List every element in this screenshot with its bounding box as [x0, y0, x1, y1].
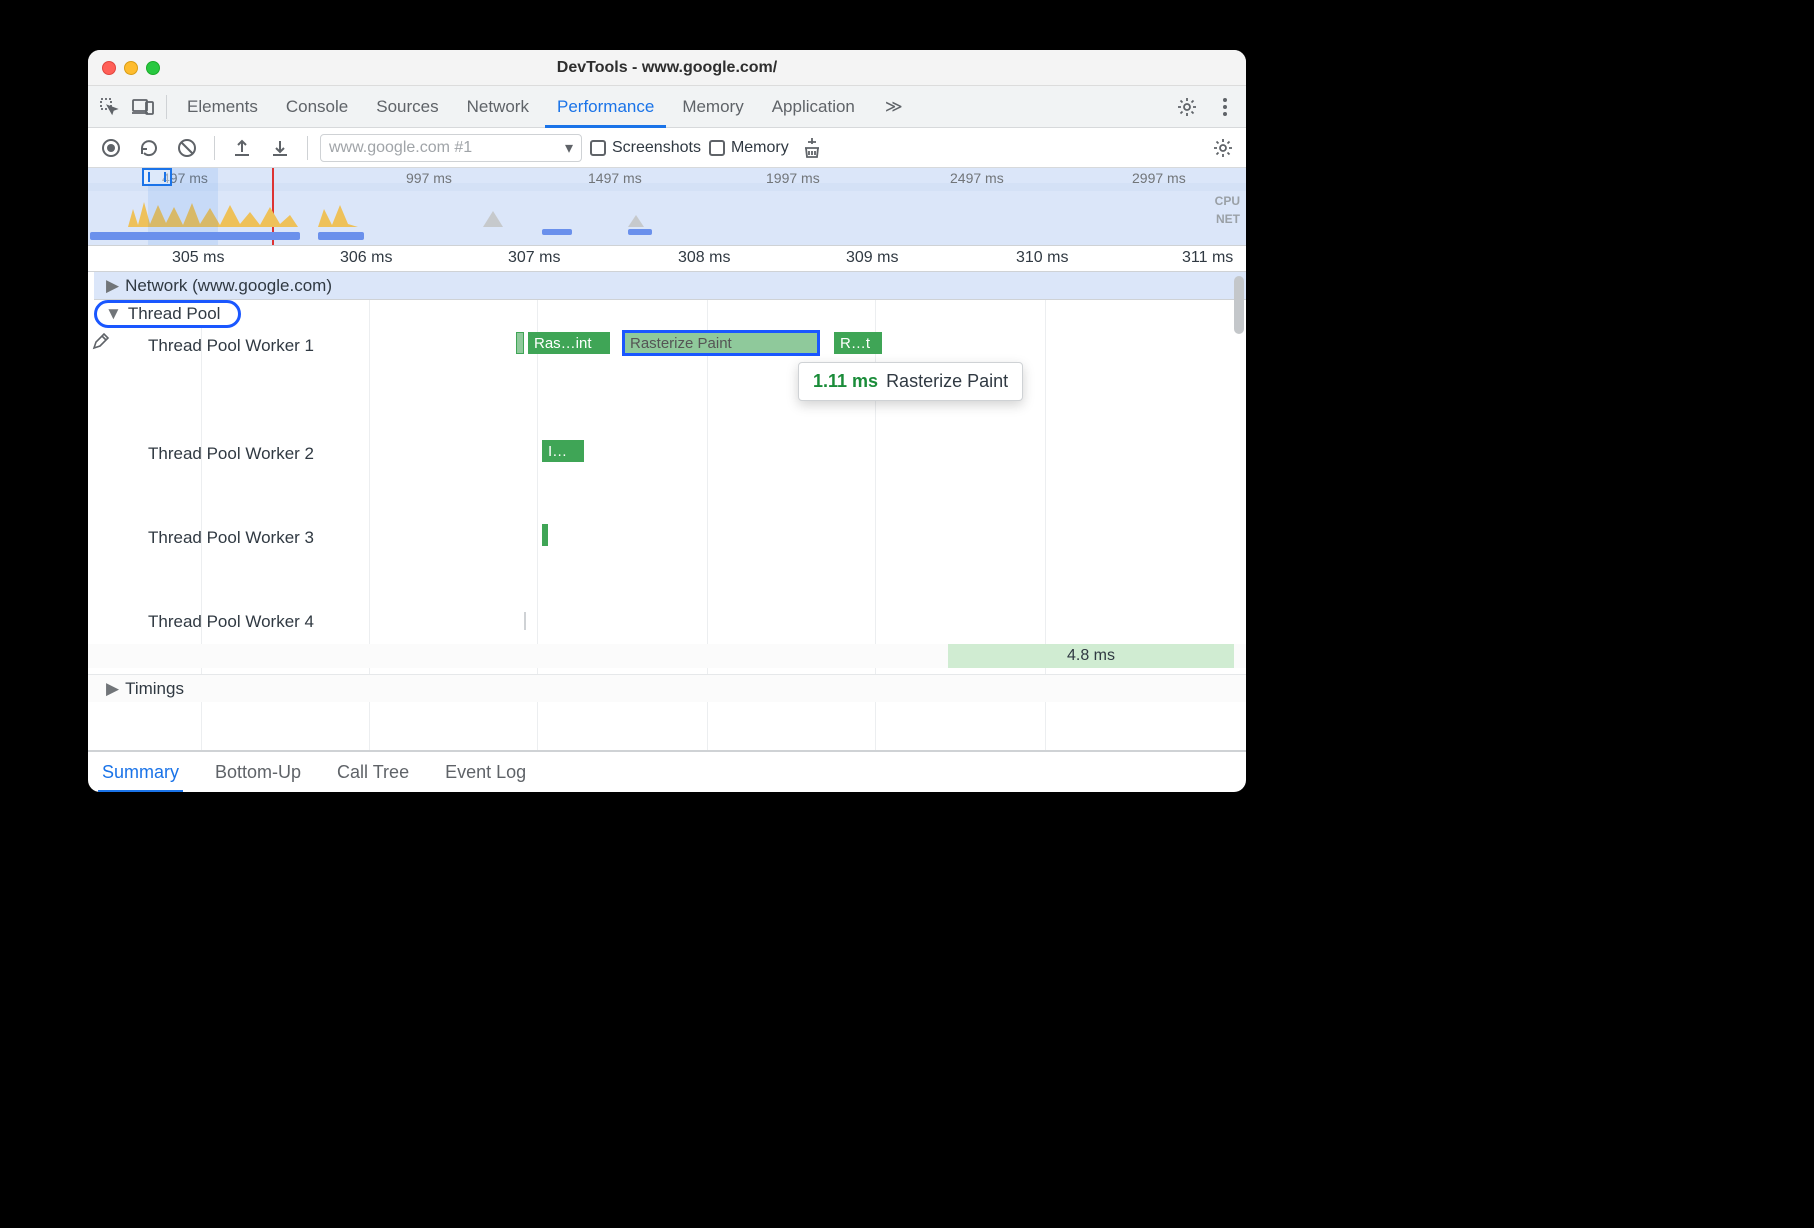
frame-block[interactable]: 4.8 ms — [948, 644, 1234, 668]
ruler-tick: 308 ms — [678, 249, 730, 267]
memory-label: Memory — [731, 139, 789, 157]
flame-chart[interactable]: ▶ Network (www.google.com) ▼ Thread Pool… — [88, 272, 1246, 750]
task-block[interactable]: I… — [542, 440, 584, 462]
upload-icon[interactable] — [227, 133, 257, 163]
overview-activity — [483, 197, 503, 227]
ruler-tick: 311 ms — [1182, 249, 1233, 267]
tab-elements[interactable]: Elements — [175, 86, 270, 128]
close-icon[interactable] — [102, 61, 116, 75]
divider — [307, 136, 308, 160]
panel-settings-gear-icon[interactable] — [1208, 133, 1238, 163]
chevron-down-icon: ▾ — [565, 138, 573, 158]
overview-net-lane — [88, 229, 1246, 245]
overview-frames-lane — [88, 183, 1246, 191]
minimize-icon[interactable] — [124, 61, 138, 75]
section-network-label: Network (www.google.com) — [125, 276, 332, 296]
overview-side-labels: CPU NET — [1215, 192, 1240, 228]
tabs-overflow-icon[interactable]: ≫ — [873, 86, 915, 128]
screenshots-checkbox[interactable]: Screenshots — [590, 139, 701, 157]
tab-sources[interactable]: Sources — [364, 86, 450, 128]
kebab-menu-icon[interactable] — [1210, 92, 1240, 122]
worker-2-label: Thread Pool Worker 2 — [148, 444, 314, 464]
reload-record-icon[interactable] — [134, 133, 164, 163]
window-title: DevTools - www.google.com/ — [88, 59, 1246, 77]
worker-1-label: Thread Pool Worker 1 — [148, 336, 314, 356]
tooltip-name: Rasterize Paint — [886, 371, 1008, 391]
recording-picker-label: www.google.com #1 — [329, 139, 472, 157]
tooltip-duration: 1.11 ms — [813, 371, 878, 391]
overview-handle[interactable] — [142, 168, 172, 186]
edit-icon[interactable] — [92, 332, 110, 355]
ruler-tick: 306 ms — [340, 249, 392, 267]
ruler-tick: 309 ms — [846, 249, 898, 267]
settings-gear-icon[interactable] — [1172, 92, 1202, 122]
checkbox-icon — [709, 140, 725, 156]
task-block[interactable]: R…t — [834, 332, 882, 354]
ruler-tick: 307 ms — [508, 249, 560, 267]
frames-bar[interactable]: 4.8 ms — [88, 644, 1246, 668]
section-thread-pool[interactable]: ▼ Thread Pool — [94, 300, 241, 328]
overview-activity — [628, 197, 644, 227]
disclosure-down-icon: ▼ — [105, 304, 122, 324]
timings-label: Timings — [125, 679, 184, 699]
divider — [166, 95, 167, 119]
disclosure-right-icon: ▶ — [106, 276, 119, 296]
ruler-tick: 310 ms — [1016, 249, 1068, 267]
clear-icon[interactable] — [172, 133, 202, 163]
ruler-tick: 305 ms — [172, 249, 224, 267]
section-network[interactable]: ▶ Network (www.google.com) — [94, 272, 1246, 300]
task-tooltip: 1.11 ms Rasterize Paint — [798, 362, 1023, 401]
worker-4-label: Thread Pool Worker 4 — [148, 612, 314, 632]
recording-picker[interactable]: www.google.com #1 ▾ — [320, 134, 582, 162]
divider — [214, 136, 215, 160]
window-controls — [102, 61, 160, 75]
details-tabstrip: Summary Bottom-Up Call Tree Event Log — [88, 750, 1246, 792]
collect-garbage-icon[interactable] — [797, 133, 827, 163]
memory-checkbox[interactable]: Memory — [709, 139, 789, 157]
tab-summary[interactable]: Summary — [98, 751, 183, 792]
tab-event-log[interactable]: Event Log — [441, 751, 530, 792]
overview-activity — [318, 197, 358, 227]
task-block[interactable] — [524, 612, 526, 630]
section-timings[interactable]: ▶ Timings — [88, 674, 1246, 702]
device-toolbar-icon[interactable] — [128, 92, 158, 122]
tab-console[interactable]: Console — [274, 86, 360, 128]
task-block-selected[interactable]: Rasterize Paint — [624, 332, 818, 354]
task-block[interactable]: Ras…int — [528, 332, 610, 354]
tab-call-tree[interactable]: Call Tree — [333, 751, 413, 792]
tab-application[interactable]: Application — [760, 86, 867, 128]
devtools-window: DevTools - www.google.com/ Elements Cons… — [88, 50, 1246, 792]
inspect-element-icon[interactable] — [94, 92, 124, 122]
tab-memory[interactable]: Memory — [670, 86, 755, 128]
detail-ruler[interactable]: 305 ms 306 ms 307 ms 308 ms 309 ms 310 m… — [88, 246, 1246, 272]
performance-toolbar: www.google.com #1 ▾ Screenshots Memory — [88, 128, 1246, 168]
tab-network[interactable]: Network — [455, 86, 541, 128]
task-block[interactable] — [516, 332, 524, 354]
panel-tabstrip: Elements Console Sources Network Perform… — [88, 86, 1246, 128]
task-block[interactable] — [542, 524, 548, 546]
tab-performance[interactable]: Performance — [545, 86, 666, 128]
titlebar: DevTools - www.google.com/ — [88, 50, 1246, 86]
scrollbar-thumb[interactable] — [1234, 276, 1244, 334]
tab-bottom-up[interactable]: Bottom-Up — [211, 751, 305, 792]
maximize-icon[interactable] — [146, 61, 160, 75]
section-thread-pool-label: Thread Pool — [128, 304, 221, 324]
timeline-overview[interactable]: 497 ms 997 ms 1497 ms 1997 ms 2497 ms 29… — [88, 168, 1246, 246]
record-icon[interactable] — [96, 133, 126, 163]
worker-3-label: Thread Pool Worker 3 — [148, 528, 314, 548]
disclosure-right-icon: ▶ — [106, 679, 119, 699]
checkbox-icon — [590, 140, 606, 156]
download-icon[interactable] — [265, 133, 295, 163]
screenshots-label: Screenshots — [612, 139, 701, 157]
